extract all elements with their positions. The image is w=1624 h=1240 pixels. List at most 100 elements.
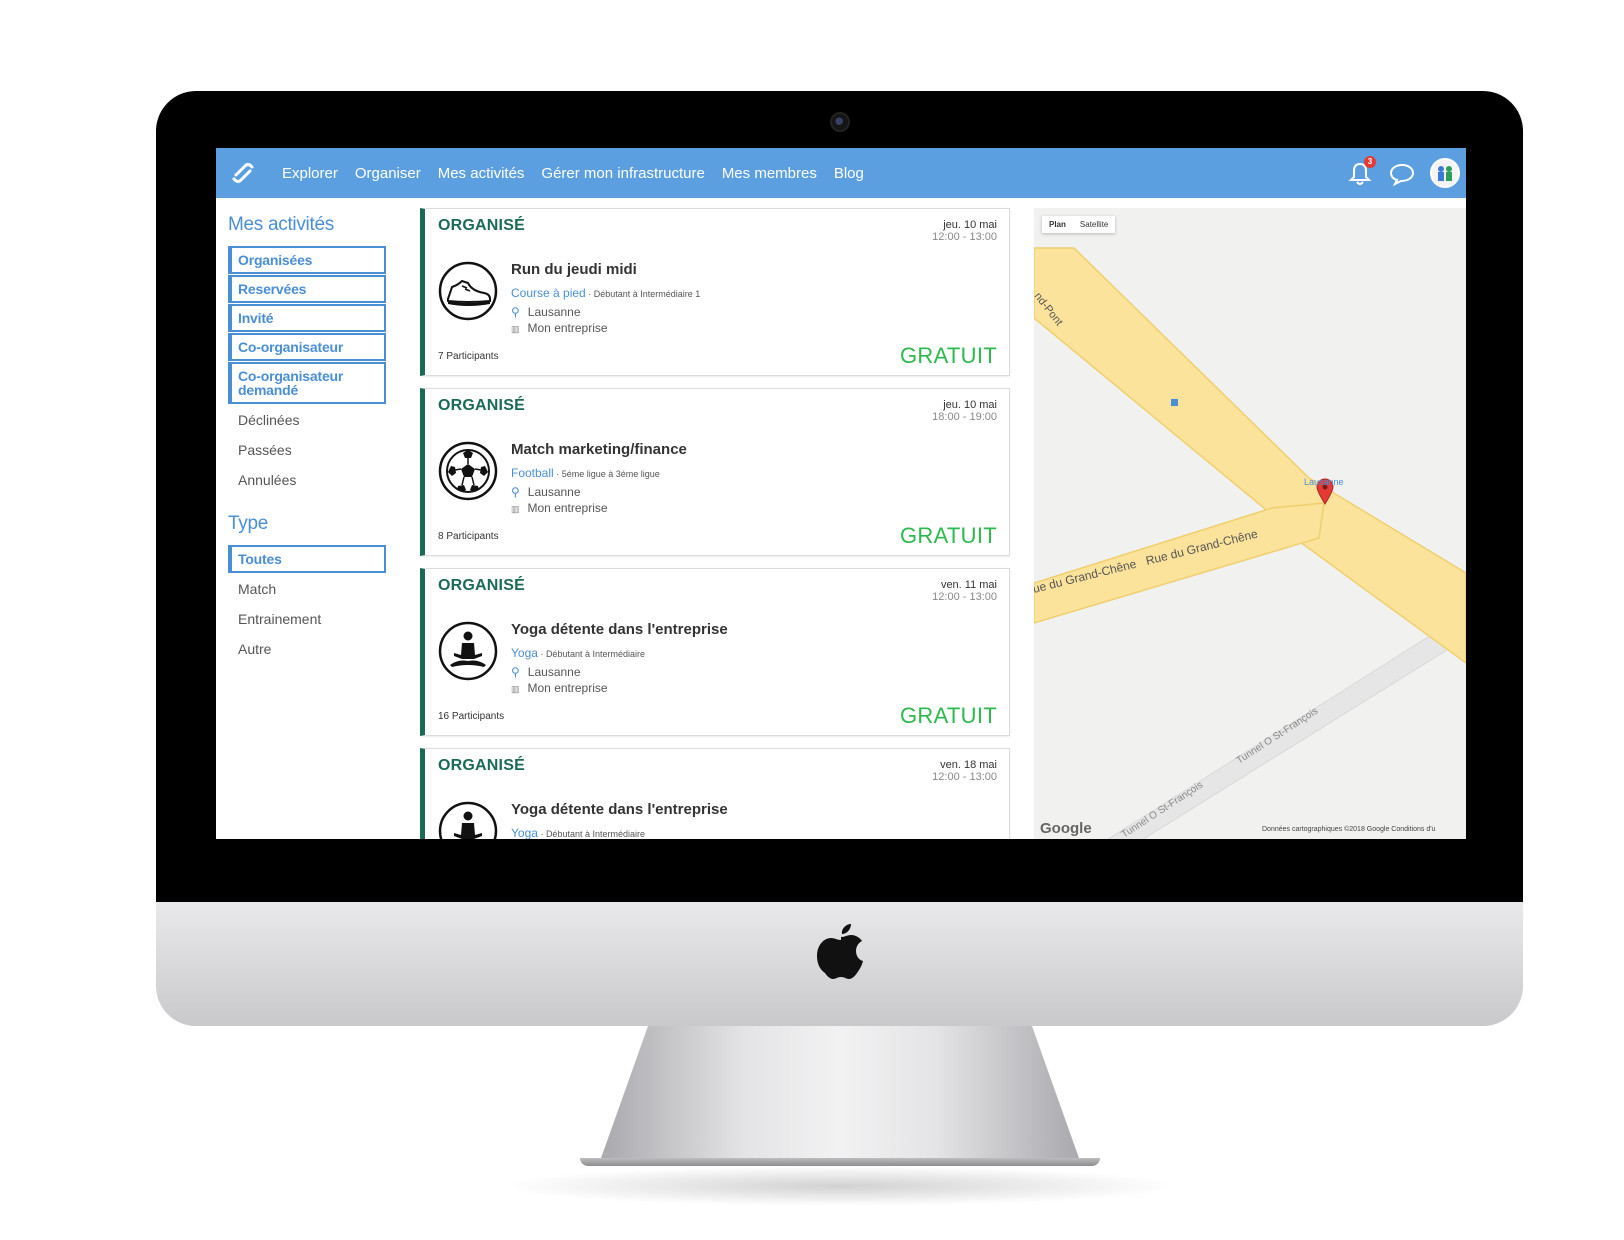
organizer-icon: ▥	[511, 684, 520, 694]
map-credit: Données cartographiques ©2018 Google Con…	[1262, 826, 1436, 833]
nav-mes-membres[interactable]: Mes membres	[722, 165, 817, 182]
activity-meta: Course à pied · Débutant à Intermédiaire…	[511, 286, 701, 300]
activity-card[interactable]: ORGANISÉ jeu. 10 mai 12:00 - 13:00 Run d…	[420, 208, 1010, 376]
chat-bubble-icon	[1389, 163, 1415, 187]
nav-mes-activites[interactable]: Mes activités	[438, 165, 525, 182]
activity-date: ven. 18 mai 12:00 - 13:00	[932, 759, 997, 783]
activity-organizer-text: Mon entreprise	[527, 681, 608, 695]
activity-level: Débutant à Intermédiaire 1	[593, 289, 701, 299]
messages-button[interactable]	[1388, 160, 1416, 188]
camera	[830, 112, 850, 132]
activity-title[interactable]: Yoga détente dans l'entreprise	[511, 801, 728, 818]
activity-sport[interactable]: Football	[511, 466, 554, 480]
map-label: Lausanne	[1304, 477, 1344, 487]
type-autre[interactable]: Autre	[228, 634, 386, 664]
activity-date-label: ven. 11 mai	[940, 579, 997, 591]
activity-organizer: ▥ Mon entreprise	[511, 321, 608, 335]
activity-date: jeu. 10 mai 18:00 - 19:00	[932, 399, 997, 423]
activity-title[interactable]: Run du jeudi midi	[511, 261, 637, 278]
activity-participants: 8 Participants	[438, 531, 499, 542]
imac-foot	[580, 1158, 1100, 1166]
activity-status: ORGANISÉ	[438, 217, 525, 234]
sidebar: Mes activités Organisées Reservées Invit…	[228, 214, 388, 664]
soccer-ball-icon	[438, 441, 498, 501]
nav-blog[interactable]: Blog	[834, 165, 864, 182]
activity-title[interactable]: Yoga détente dans l'entreprise	[511, 621, 728, 638]
activity-price: GRATUIT	[899, 703, 997, 728]
activity-organizer: ▥ Mon entreprise	[511, 501, 608, 515]
map-panel[interactable]: nd-Pont Lausanne ue du Grand-Chêne Rue d…	[1034, 208, 1466, 839]
location-pin-icon: ⚲	[511, 485, 520, 499]
type-heading: Type	[228, 513, 268, 534]
activity-level: 5éme ligue à 3éme ligue	[561, 469, 660, 479]
filter-passees[interactable]: Passées	[228, 435, 386, 465]
running-shoe-icon	[438, 261, 498, 321]
activity-price: GRATUIT	[899, 523, 997, 548]
activity-date-label: jeu. 10 mai	[943, 219, 997, 231]
user-avatar[interactable]	[1430, 158, 1460, 188]
filter-declinees[interactable]: Déclinées	[228, 405, 386, 435]
sidebar-heading: Mes activités	[228, 214, 334, 235]
activity-sport[interactable]: Yoga	[511, 826, 538, 839]
activity-sport[interactable]: Course à pied	[511, 286, 586, 300]
map-plan-button[interactable]: Plan	[1042, 216, 1073, 233]
activity-date-label: jeu. 10 mai	[943, 399, 997, 411]
activity-level: Débutant à Intermédiaire	[545, 829, 645, 839]
activity-status: ORGANISÉ	[438, 577, 525, 594]
main-nav: Explorer Organiser Mes activités Gérer m…	[282, 148, 881, 198]
activity-organizer-text: Mon entreprise	[527, 321, 608, 335]
map-canvas[interactable]: nd-Pont Lausanne ue du Grand-Chêne Rue d…	[1034, 208, 1466, 839]
activity-location: ⚲ Lausanne	[511, 305, 581, 319]
map-label: Tunnel O St-François	[1120, 780, 1205, 839]
activity-status: ORGANISÉ	[438, 397, 525, 414]
activity-card[interactable]: ORGANISÉ ven. 11 mai 12:00 - 13:00 Yoga …	[420, 568, 1010, 736]
filter-co-organisateur-demande[interactable]: Co-organisateur demandé	[228, 362, 386, 404]
activity-meta: Yoga · Débutant à Intermédiaire	[511, 646, 645, 660]
type-match[interactable]: Match	[228, 574, 386, 604]
stand-shadow	[500, 1166, 1180, 1206]
brand-logo-icon[interactable]	[228, 158, 258, 188]
activity-meta: Football · 5éme ligue à 3éme ligue	[511, 466, 660, 480]
yoga-icon	[438, 801, 498, 839]
activity-time: 12:00 - 13:00	[932, 591, 997, 603]
nav-explorer[interactable]: Explorer	[282, 165, 338, 182]
filter-invite[interactable]: Invité	[228, 304, 386, 332]
type-toutes[interactable]: Toutes	[228, 545, 386, 573]
map-type-toggle: Plan Satellite	[1042, 216, 1116, 233]
organizer-icon: ▥	[511, 324, 520, 334]
activity-title[interactable]: Match marketing/finance	[511, 441, 687, 458]
notifications-button[interactable]: 3	[1346, 156, 1376, 188]
activity-participants: 16 Participants	[438, 711, 505, 722]
activity-location-text: Lausanne	[527, 305, 581, 319]
map-satellite-button[interactable]: Satellite	[1073, 216, 1115, 233]
activity-time: 18:00 - 19:00	[932, 411, 997, 423]
activity-card[interactable]: ORGANISÉ ven. 18 mai 12:00 - 13:00 Yoga …	[420, 748, 1010, 839]
filter-reservees[interactable]: Reservées	[228, 275, 386, 303]
activity-list: ORGANISÉ jeu. 10 mai 12:00 - 13:00 Run d…	[420, 208, 1010, 839]
notification-badge: 3	[1364, 156, 1376, 168]
top-navigation-bar: Explorer Organiser Mes activités Gérer m…	[216, 148, 1466, 198]
activity-sport[interactable]: Yoga	[511, 646, 538, 660]
filter-organisees[interactable]: Organisées	[228, 246, 386, 274]
nav-organiser[interactable]: Organiser	[355, 165, 421, 182]
imac-stand	[600, 1026, 1080, 1161]
activity-meta: Yoga · Débutant à Intermédiaire	[511, 826, 645, 839]
google-logo: Google	[1040, 820, 1092, 837]
activity-location: ⚲ Lausanne	[511, 485, 581, 499]
activity-organizer-text: Mon entreprise	[527, 501, 608, 515]
filter-co-organisateur[interactable]: Co-organisateur	[228, 333, 386, 361]
organizer-icon: ▥	[511, 504, 520, 514]
activity-date-label: ven. 18 mai	[940, 759, 997, 771]
activity-organizer: ▥ Mon entreprise	[511, 681, 608, 695]
filter-annulees[interactable]: Annulées	[228, 465, 386, 495]
activity-participants: 7 Participants	[438, 351, 499, 362]
location-pin-icon: ⚲	[511, 305, 520, 319]
activity-date: ven. 11 mai 12:00 - 13:00	[932, 579, 997, 603]
type-entrainement[interactable]: Entrainement	[228, 604, 386, 634]
activity-price: GRATUIT	[899, 343, 997, 368]
activity-level: Débutant à Intermédiaire	[545, 649, 645, 659]
avatar-image-icon	[1432, 160, 1458, 186]
activity-card[interactable]: ORGANISÉ jeu. 10 mai 18:00 - 19:00 Match…	[420, 388, 1010, 556]
nav-gerer-infrastructure[interactable]: Gérer mon infrastructure	[541, 165, 704, 182]
activity-time: 12:00 - 13:00	[932, 771, 997, 783]
